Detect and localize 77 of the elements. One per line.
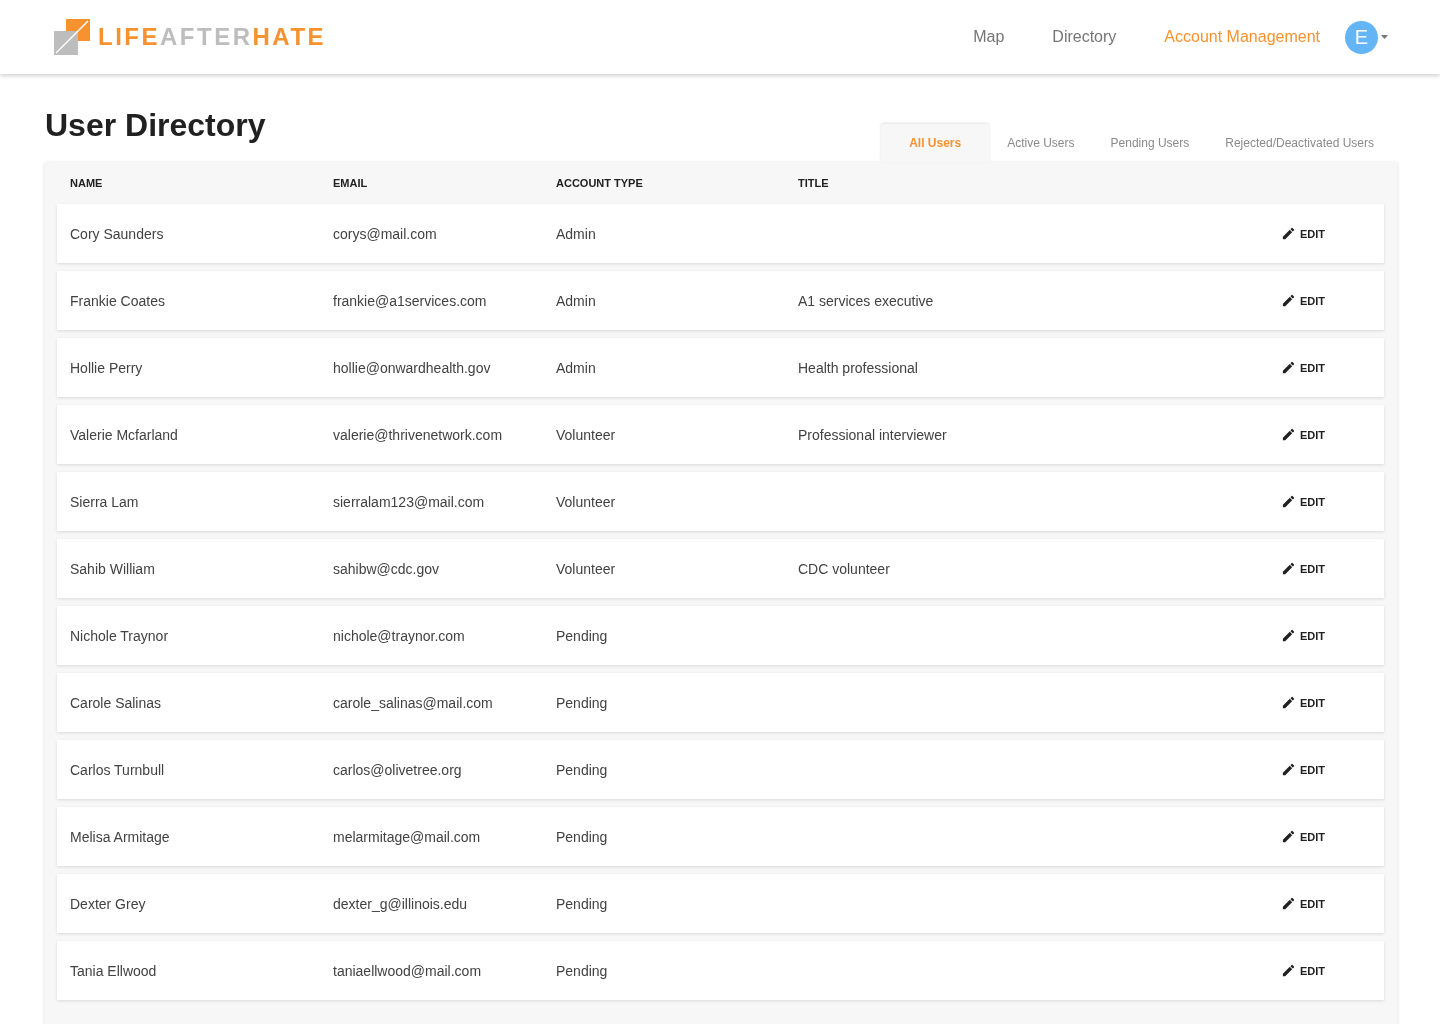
pencil-icon: [1281, 494, 1296, 509]
table-cell: melarmitage@mail.com: [333, 828, 481, 845]
table-cell: Nichole Traynor: [70, 627, 169, 644]
table-cell: Pending: [556, 761, 608, 778]
table-cell: Pending: [556, 828, 608, 845]
edit-button[interactable]: EDIT: [1281, 896, 1326, 911]
table-cell: carole_salinas@mail.com: [333, 694, 493, 711]
nav-link[interactable]: Directory: [1052, 28, 1117, 46]
filter-tab[interactable]: Active Users: [989, 124, 1093, 162]
nav-link[interactable]: Map: [973, 28, 1005, 46]
column-header: NAME: [70, 177, 104, 189]
table-cell: Pending: [556, 962, 608, 979]
filter-tab[interactable]: Pending Users: [1092, 124, 1208, 162]
table-cell: Hollie Perry: [70, 359, 143, 376]
edit-button[interactable]: EDIT: [1281, 829, 1326, 844]
table-cell: Professional interviewer: [798, 426, 947, 443]
table-cell: dexter_g@illinois.edu: [333, 895, 468, 912]
table-cell: A1 services executive: [798, 292, 934, 309]
table-cell: Pending: [556, 694, 608, 711]
pencil-icon: [1281, 427, 1296, 442]
table-cell: valerie@thrivenetwork.com: [333, 426, 503, 443]
table-cell: carlos@olivetree.org: [333, 761, 462, 778]
column-header: EMAIL: [333, 177, 369, 189]
pencil-icon: [1281, 829, 1296, 844]
edit-button[interactable]: EDIT: [1281, 494, 1326, 509]
pencil-icon: [1281, 226, 1296, 241]
edit-button[interactable]: EDIT: [1281, 561, 1326, 576]
column-header: ACCOUNT TYPE: [556, 177, 644, 189]
pencil-icon: [1281, 293, 1296, 308]
table-cell: taniaellwood@mail.com: [333, 962, 482, 979]
table-cell: Volunteer: [556, 493, 616, 510]
table-cell: Frankie Coates: [70, 292, 165, 309]
pencil-icon: [1281, 963, 1296, 978]
table-cell: Health professional: [798, 359, 918, 376]
table-cell: Sierra Lam: [70, 493, 139, 510]
edit-button[interactable]: EDIT: [1281, 762, 1326, 777]
column-header: TITLE: [798, 177, 830, 189]
table-cell: CDC volunteer: [798, 560, 890, 577]
table-cell: Admin: [556, 359, 596, 376]
table-cell: corys@mail.com: [333, 225, 437, 242]
pencil-icon: [1281, 695, 1296, 710]
table-cell: Carole Salinas: [70, 694, 162, 711]
table-cell: sahibw@cdc.gov: [333, 560, 440, 577]
pencil-icon: [1281, 628, 1296, 643]
table-cell: Carlos Turnbull: [70, 761, 165, 778]
table-cell: Sahib William: [70, 560, 155, 577]
page-title: User Directory: [45, 107, 266, 144]
edit-button[interactable]: EDIT: [1281, 628, 1326, 643]
table-cell: Cory Saunders: [70, 225, 164, 242]
edit-button[interactable]: EDIT: [1281, 360, 1326, 375]
edit-button[interactable]: EDIT: [1281, 695, 1326, 710]
pencil-icon: [1281, 360, 1296, 375]
edit-button[interactable]: EDIT: [1281, 963, 1326, 978]
table-cell: frankie@a1services.com: [333, 292, 487, 309]
table-cell: Volunteer: [556, 560, 616, 577]
edit-button[interactable]: EDIT: [1281, 226, 1326, 241]
pencil-icon: [1281, 561, 1296, 576]
table-cell: Melisa Armitage: [70, 828, 170, 845]
logo-squares-icon: [54, 19, 90, 55]
caret-icon[interactable]: [1381, 35, 1388, 39]
table-cell: Admin: [556, 225, 596, 242]
table-cell: Volunteer: [556, 426, 616, 443]
table-cell: Pending: [556, 627, 608, 644]
edit-button[interactable]: EDIT: [1281, 293, 1326, 308]
table-cell: Valerie Mcfarland: [70, 426, 178, 443]
table-cell: hollie@onwardhealth.gov: [333, 359, 491, 376]
logo-wordmark: LIFEAFTERHATE: [98, 23, 327, 51]
table-cell: sierralam123@mail.com: [333, 493, 485, 510]
table-cell: Admin: [556, 292, 596, 309]
table-cell: Tania Ellwood: [70, 962, 157, 979]
table-cell: nichole@traynor.com: [333, 627, 465, 644]
pencil-icon: [1281, 762, 1296, 777]
table-cell: Dexter Grey: [70, 895, 146, 912]
edit-button[interactable]: EDIT: [1281, 427, 1326, 442]
filter-tab[interactable]: Rejected/Deactivated Users: [1207, 124, 1392, 162]
pencil-icon: [1281, 896, 1296, 911]
table-cell: Pending: [556, 895, 608, 912]
